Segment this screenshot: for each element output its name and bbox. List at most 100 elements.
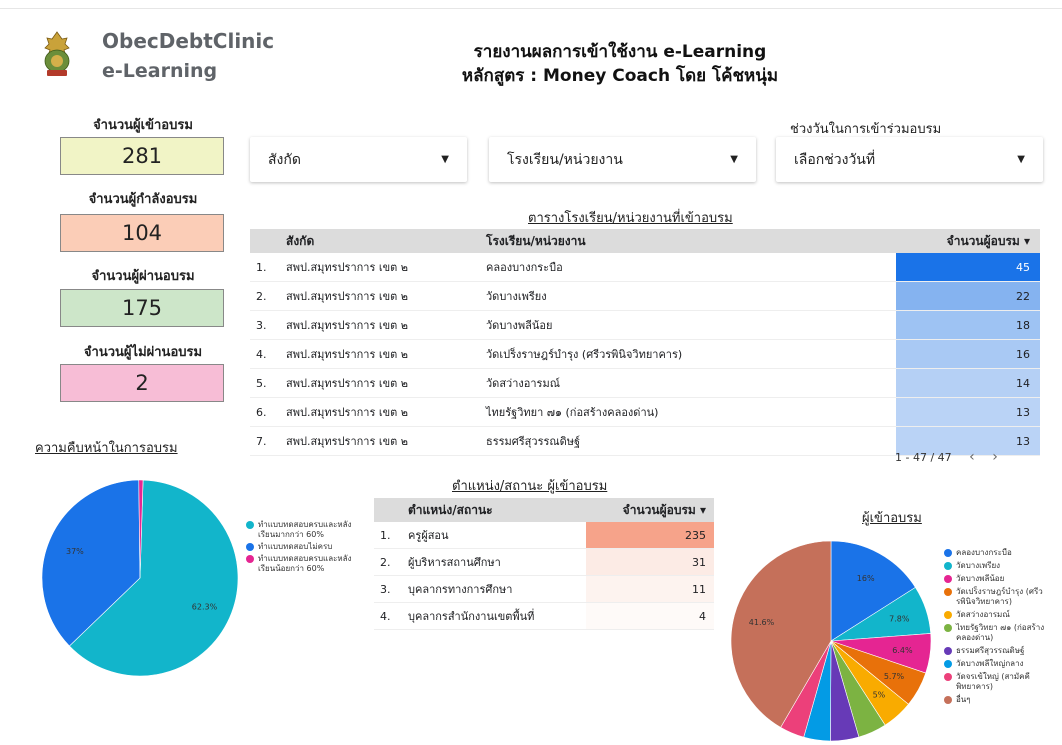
row-position: บุคลากรทางการศึกษา (402, 575, 586, 603)
table-pager: 1 - 47 / 47 ‹ › (895, 449, 998, 465)
legend-item[interactable]: คลองบางกระบือ (944, 548, 1049, 558)
legend-label: ไทยรัฐวิทยา ๗๑ (ก่อสร้างคลองด่าน) (956, 623, 1045, 642)
table-row[interactable]: 4. สพป.สมุทรปราการ เขต ๒วัดเปร็งราษฎร์บำร… (250, 339, 1040, 369)
legend-swatch (944, 696, 952, 704)
row-index: 3. (374, 575, 402, 603)
row-count: 235 (586, 522, 714, 549)
col-position[interactable]: ตำแหน่ง/สถานะ (402, 498, 586, 522)
row-count: 31 (586, 548, 714, 576)
pie-data-label: 7.8% (889, 614, 910, 623)
row-school: วัดสว่างอารมณ์ (480, 368, 896, 398)
row-school: ไทยรัฐวิทยา ๗๑ (ก่อสร้างคลองด่าน) (480, 397, 896, 427)
pie-data-label: 5.7% (884, 672, 905, 681)
row-index: 3. (250, 310, 280, 340)
legend-swatch (944, 660, 952, 668)
row-count: 18 (896, 310, 1040, 340)
kpi-enrolled-value: 281 (60, 137, 224, 175)
row-index: 6. (250, 397, 280, 427)
table-row[interactable]: 6. สพป.สมุทรปราการ เขต ๒ไทยรัฐวิทยา ๗๑ (ก… (250, 397, 1040, 427)
caret-down-icon: ▼ (441, 154, 449, 165)
pie-data-label: 6.4% (892, 646, 913, 655)
row-affiliation: สพป.สมุทรปราการ เขต ๒ (280, 281, 480, 311)
legend-swatch (944, 562, 952, 570)
legend-swatch (944, 611, 952, 619)
date-range-caption: ช่วงวันในการเข้าร่วมอบรม (790, 122, 942, 137)
school-dropdown-label: โรงเรียน/หน่วยงาน (507, 151, 623, 168)
table-row[interactable]: 3. บุคลากรทางการศึกษา 11 (374, 575, 714, 603)
date-range-picker[interactable]: เลือกช่วงวันที่ ▼ (776, 137, 1043, 182)
legend-item[interactable]: อื่นๆ (944, 695, 1049, 705)
legend-item[interactable]: วัดบางเพรียง (944, 561, 1049, 571)
row-count: 45 (896, 253, 1040, 282)
legend-item[interactable]: วัดบางพลีใหญ่กลาง (944, 659, 1049, 669)
next-page-icon[interactable]: › (992, 449, 998, 465)
col-position-count[interactable]: จำนวนผู้อบรม ▾ (586, 498, 714, 522)
legend-item[interactable]: ทำแบบทดสอบครบและหลังเรียนมากกว่า 60% (246, 520, 356, 540)
progress-chart-title: ความคืบหน้าในการอบรม (35, 441, 178, 456)
row-index: 4. (250, 339, 280, 369)
kpi-enrolled-label: จำนวนผู้เข้าอบรม (93, 118, 193, 133)
row-index: 7. (250, 426, 280, 456)
row-affiliation: สพป.สมุทรปราการ เขต ๒ (280, 310, 480, 340)
brand-name: ObecDebtClinic (102, 29, 275, 53)
legend-swatch (246, 521, 254, 529)
table-row[interactable]: 5. สพป.สมุทรปราการ เขต ๒วัดสว่างอารมณ์ 14 (250, 368, 1040, 398)
kpi-in-progress-value: 104 (60, 214, 224, 252)
legend-item[interactable]: ไทยรัฐวิทยา ๗๑ (ก่อสร้างคลองด่าน) (944, 623, 1049, 643)
legend-label: คลองบางกระบือ (956, 548, 1012, 557)
legend-label: วัดบางเพรียง (956, 561, 1001, 570)
legend-swatch (944, 575, 952, 583)
legend-label: วัดสว่างอารมณ์ (956, 610, 1010, 619)
table-row[interactable]: 2. ผู้บริหารสถานศึกษา 31 (374, 548, 714, 576)
school-dropdown[interactable]: โรงเรียน/หน่วยงาน ▼ (489, 137, 756, 182)
kpi-passed-label: จำนวนผู้ผ่านอบรม (91, 269, 195, 284)
row-index: 1. (250, 253, 280, 282)
pie-data-label: 41.6% (749, 618, 775, 627)
table-row[interactable]: 1. ครูผู้สอน 235 (374, 522, 714, 549)
participants-chart-legend: คลองบางกระบือวัดบางเพรียงวัดบางพลีน้อยวั… (944, 548, 1049, 708)
col-index (250, 229, 280, 253)
top-divider (0, 8, 1062, 9)
legend-swatch (944, 647, 952, 655)
legend-item[interactable]: วัดบางพลีน้อย (944, 574, 1049, 584)
caret-down-icon: ▼ (1017, 154, 1025, 165)
pie-data-label: 16% (857, 574, 875, 583)
legend-item[interactable]: วัดเปร็งราษฎร์บำรุง (ศรีวรพินิจวิทยาคาร) (944, 587, 1049, 607)
legend-item[interactable]: ทำแบบทดสอบไม่ครบ (246, 542, 356, 552)
legend-swatch (944, 588, 952, 596)
legend-swatch (944, 624, 952, 632)
col-affiliation[interactable]: สังกัด (280, 229, 480, 253)
kpi-failed-label: จำนวนผู้ไม่ผ่านอบรม (83, 345, 203, 360)
pager-range: 1 - 47 / 47 (895, 451, 952, 464)
legend-item[interactable]: ธรรมศรีสุวรรณดิษฐ์ (944, 646, 1049, 656)
table-row[interactable]: 4. บุคลากรสำนักงานเขตพื้นที่ 4 (374, 602, 714, 630)
row-school: คลองบางกระบือ (480, 253, 896, 282)
row-index: 2. (250, 281, 280, 311)
brand-subtitle: e-Learning (102, 60, 218, 82)
table-row[interactable]: 3. สพป.สมุทรปราการ เขต ๒วัดบางพลีน้อย 18 (250, 310, 1040, 340)
row-index: 2. (374, 548, 402, 576)
legend-label: ธรรมศรีสุวรรณดิษฐ์ (956, 646, 1025, 655)
legend-swatch (246, 543, 254, 551)
school-table: สังกัด โรงเรียน/หน่วยงาน จำนวนผู้อบรม ▾ … (250, 229, 1040, 456)
legend-item[interactable]: ทำแบบทดสอบครบและหลังเรียนน้อยกว่า 60% (246, 554, 356, 574)
kpi-failed-value: 2 (60, 364, 224, 402)
legend-item[interactable]: วัดสว่างอารมณ์ (944, 610, 1049, 620)
course-title: หลักสูตร : Money Coach โดย โค้ชหนุ่ม (461, 66, 779, 86)
table-row[interactable]: 2. สพป.สมุทรปราการ เขต ๒วัดบางเพรียง 22 (250, 281, 1040, 311)
table-row[interactable]: 1. สพป.สมุทรปราการ เขต ๒คลองบางกระบือ 45 (250, 253, 1040, 282)
col-participant-count[interactable]: จำนวนผู้อบรม ▾ (896, 229, 1040, 253)
progress-chart-legend: ทำแบบทดสอบครบและหลังเรียนมากกว่า 60% ทำแบ… (246, 520, 356, 576)
kpi-passed-value: 175 (60, 289, 224, 327)
row-school: วัดเปร็งราษฎร์บำรุง (ศรีวรพินิจวิทยาคาร) (480, 339, 896, 369)
caret-down-icon: ▼ (730, 154, 738, 165)
legend-item[interactable]: วัดจรเข้ใหญ่ (สามัคคีพิทยาคาร) (944, 672, 1049, 692)
row-affiliation: สพป.สมุทรปราการ เขต ๒ (280, 368, 480, 398)
kpi-in-progress-label: จำนวนผู้กำลังอบรม (88, 192, 198, 207)
col-school[interactable]: โรงเรียน/หน่วยงาน (480, 229, 896, 253)
prev-page-icon[interactable]: ‹ (969, 449, 975, 465)
affiliation-dropdown[interactable]: สังกัด ▼ (250, 137, 467, 182)
row-index: 1. (374, 522, 402, 549)
legend-label: ทำแบบทดสอบไม่ครบ (258, 542, 333, 551)
row-school: วัดบางพลีน้อย (480, 310, 896, 340)
